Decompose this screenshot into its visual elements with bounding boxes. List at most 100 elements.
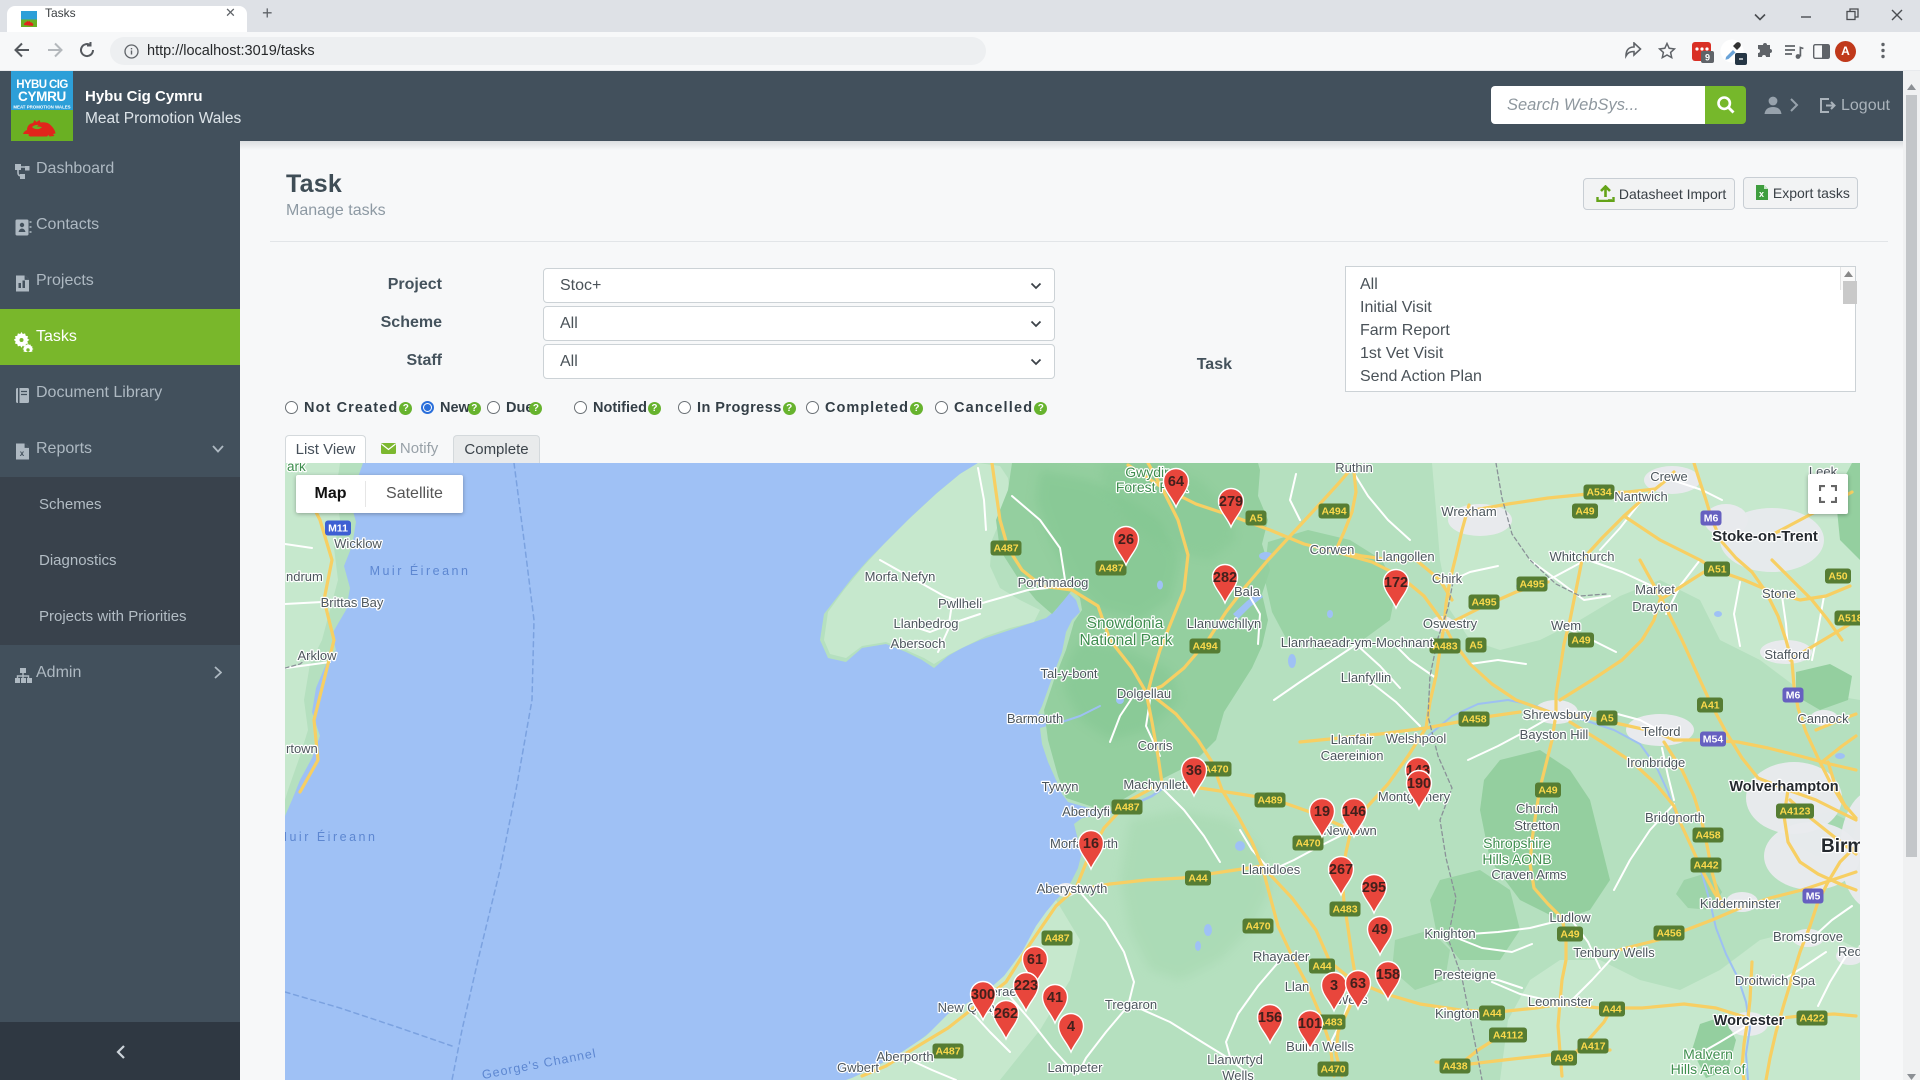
svg-text:A458: A458 [1695, 830, 1720, 842]
svg-text:Ruthin: Ruthin [1335, 463, 1373, 475]
svg-text:Tal-y-bont: Tal-y-bont [1040, 666, 1097, 681]
svg-text:19: 19 [1314, 804, 1330, 820]
svg-text:282: 282 [1213, 570, 1237, 586]
svg-text:49: 49 [1372, 922, 1388, 938]
svg-text:A495: A495 [1519, 579, 1544, 591]
svg-text:61: 61 [1027, 952, 1043, 968]
svg-text:223: 223 [1014, 978, 1038, 994]
svg-text:A483: A483 [1332, 904, 1357, 916]
svg-text:146: 146 [1342, 804, 1366, 820]
svg-text:Craven Arms: Craven Arms [1491, 867, 1567, 882]
svg-text:9: 9 [1705, 53, 1710, 63]
svg-text:4: 4 [1067, 1019, 1075, 1035]
svg-text:Malvern: Malvern [1683, 1046, 1733, 1062]
svg-text:Bala: Bala [1234, 584, 1261, 599]
svg-text:A49: A49 [1554, 1053, 1573, 1065]
svg-text:ark: ark [287, 463, 306, 474]
svg-text:Whitchurch: Whitchurch [1549, 549, 1614, 564]
svg-text:A458: A458 [1461, 714, 1486, 726]
svg-text:Corris: Corris [1138, 738, 1173, 753]
svg-text:Ironbridge: Ironbridge [1627, 755, 1686, 770]
svg-text:A442: A442 [1693, 860, 1718, 872]
svg-text:A470: A470 [1203, 764, 1228, 776]
svg-text:Ludlow: Ludlow [1549, 910, 1591, 925]
svg-text:A44: A44 [1482, 1008, 1501, 1020]
svg-text:Barmouth: Barmouth [1007, 711, 1063, 726]
svg-text:Shropshire: Shropshire [1483, 835, 1551, 851]
svg-text:Porthmadog: Porthmadog [1018, 575, 1089, 590]
svg-text:A51: A51 [1707, 564, 1726, 576]
svg-text:Corwen: Corwen [1310, 542, 1355, 557]
svg-text:Llanidloes: Llanidloes [1242, 862, 1301, 877]
svg-text:64: 64 [1168, 474, 1184, 490]
svg-text:Kington: Kington [1435, 1006, 1479, 1021]
svg-text:Llanfair: Llanfair [1331, 732, 1374, 747]
svg-text:rtown: rtown [286, 741, 318, 756]
svg-text:Snowdonia: Snowdonia [1087, 615, 1164, 632]
svg-text:Hills Area of: Hills Area of [1671, 1061, 1746, 1077]
svg-text:A487: A487 [935, 1046, 960, 1058]
svg-text:190: 190 [1407, 776, 1431, 792]
svg-text:Llanwrtyd: Llanwrtyd [1207, 1052, 1263, 1067]
svg-text:M5: M5 [1806, 891, 1821, 903]
svg-text:A487: A487 [1114, 802, 1139, 814]
svg-text:A4123: A4123 [1780, 806, 1811, 818]
svg-text:Muir Éireann: Muir Éireann [285, 829, 377, 844]
svg-text:Stoke-on-Trent: Stoke-on-Trent [1712, 528, 1818, 545]
svg-text:Drayton: Drayton [1632, 599, 1678, 614]
svg-text:101: 101 [1298, 1016, 1322, 1032]
svg-text:172: 172 [1384, 575, 1408, 591]
svg-text:Stafford: Stafford [1764, 647, 1809, 662]
svg-text:A49: A49 [1538, 785, 1557, 797]
svg-text:Wrexham: Wrexham [1441, 504, 1496, 519]
svg-text:A456: A456 [1656, 928, 1681, 940]
svg-text:156: 156 [1258, 1010, 1282, 1026]
svg-text:A518: A518 [1837, 613, 1860, 625]
svg-text:Leominster: Leominster [1528, 994, 1593, 1009]
svg-text:295: 295 [1362, 880, 1386, 896]
svg-text:Crewe: Crewe [1650, 469, 1688, 484]
svg-text:A438: A438 [1442, 1061, 1467, 1073]
svg-text:Chirk: Chirk [1432, 571, 1463, 586]
svg-text:Kidderminster: Kidderminster [1700, 896, 1781, 911]
svg-text:300: 300 [971, 987, 995, 1003]
svg-text:Bayston Hill: Bayston Hill [1520, 727, 1589, 742]
svg-text:Cannock: Cannock [1797, 711, 1849, 726]
svg-text:A487: A487 [1098, 563, 1123, 575]
svg-text:A494: A494 [1321, 506, 1346, 518]
svg-text:3: 3 [1330, 978, 1338, 994]
svg-text:Knighton: Knighton [1424, 926, 1475, 941]
svg-text:41: 41 [1047, 990, 1063, 1006]
svg-text:Nantwich: Nantwich [1614, 489, 1667, 504]
svg-text:Gwydir: Gwydir [1125, 464, 1169, 480]
svg-text:Machynlleth: Machynlleth [1123, 777, 1192, 792]
svg-text:Dolgellau: Dolgellau [1117, 686, 1171, 701]
svg-text:A495: A495 [1471, 597, 1496, 609]
svg-text:Telford: Telford [1641, 724, 1680, 739]
svg-text:A50: A50 [1828, 571, 1847, 583]
svg-text:Aberdyfi: Aberdyfi [1062, 804, 1110, 819]
svg-text:Wolverhampton: Wolverhampton [1729, 779, 1838, 795]
svg-text:Wells: Wells [1222, 1068, 1254, 1080]
svg-text:A49: A49 [1571, 635, 1590, 647]
svg-text:Presteigne: Presteigne [1434, 967, 1496, 982]
svg-text:Lampeter: Lampeter [1048, 1060, 1104, 1075]
svg-text:Arklow: Arklow [297, 648, 337, 663]
svg-text:M11: M11 [328, 523, 348, 535]
svg-text:Wem: Wem [1551, 618, 1581, 633]
svg-text:Llanfyllin: Llanfyllin [1341, 670, 1392, 685]
svg-text:26: 26 [1118, 532, 1134, 548]
svg-text:Worcester: Worcester [1714, 1013, 1785, 1029]
svg-text:Stone: Stone [1762, 586, 1796, 601]
svg-text:A5: A5 [1600, 713, 1614, 725]
svg-text:Llangollen: Llangollen [1375, 549, 1434, 564]
svg-text:Pwllheli: Pwllheli [938, 596, 982, 611]
svg-text:A470: A470 [1295, 838, 1320, 850]
svg-text:Welshpool: Welshpool [1386, 731, 1447, 746]
svg-text:MEAT PROMOTION WALES: MEAT PROMOTION WALES [13, 105, 70, 110]
svg-text:Redditch: Redditch [1838, 944, 1860, 959]
svg-text:A494: A494 [1192, 641, 1217, 653]
svg-text:Builth Wells: Builth Wells [1286, 1039, 1354, 1054]
svg-text:36: 36 [1186, 763, 1202, 779]
svg-text:Llanuwchllyn: Llanuwchllyn [1187, 616, 1261, 631]
